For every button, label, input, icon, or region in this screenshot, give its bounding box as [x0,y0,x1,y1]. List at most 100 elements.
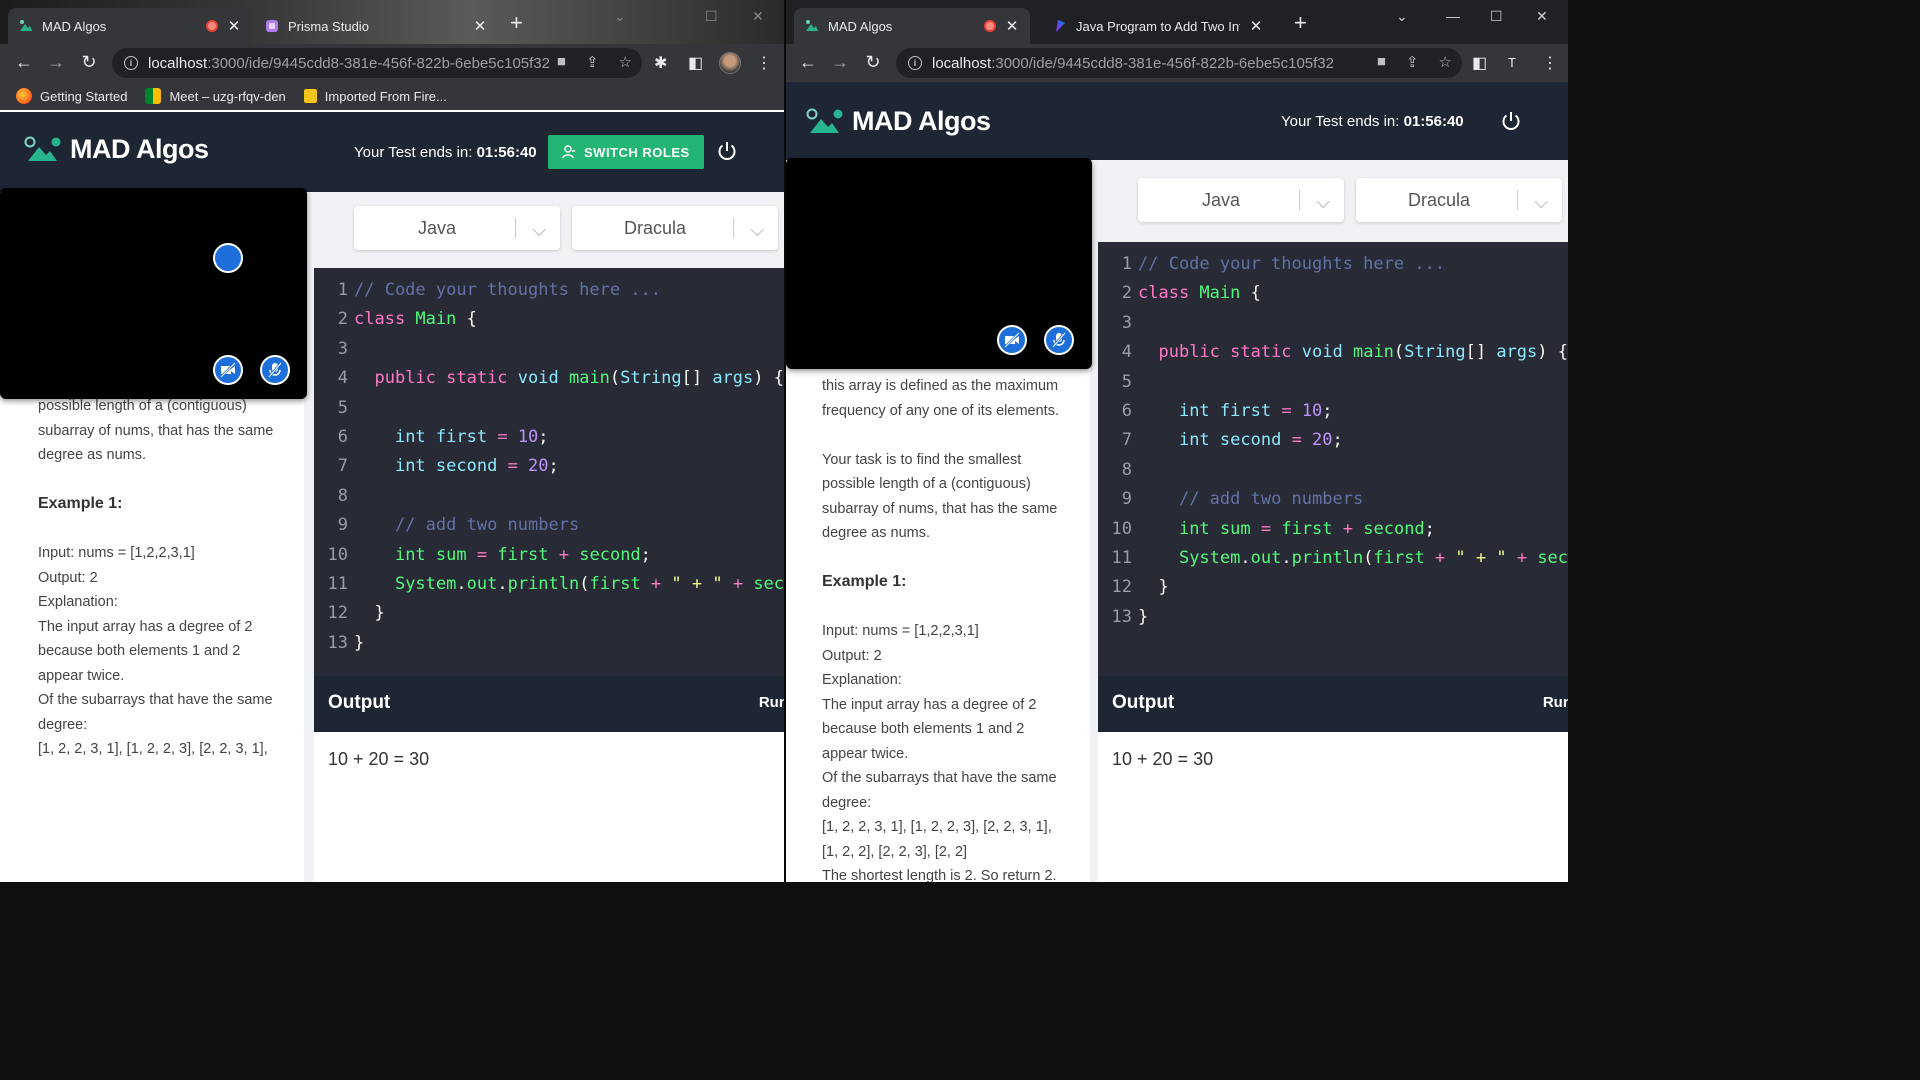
tab-prisma-studio[interactable]: Prisma Studio ✕ [254,8,498,44]
close-tab-icon[interactable]: ✕ [226,17,242,35]
code-token: public static [1158,342,1302,363]
output-text: 10 + 20 = 30 [1112,749,1214,769]
line-number: 7 [1121,430,1132,451]
code-token: int [394,544,436,565]
code-line: 11 System.out.println(first + " + " + se… [1098,544,1568,573]
bookmark-folder-imported[interactable]: Imported From Fire... [303,89,447,104]
code-editor[interactable]: 1 // Code your thoughts here ... 2 class Ma… [314,268,784,676]
url-path: :3000/ide/9445cdd8-381e-456f-822b-6ebe5c… [991,54,1334,72]
menu-icon[interactable]: ⋮ [756,53,772,73]
code-token: // add two numbers [1178,489,1364,510]
code-token: int [394,427,436,447]
profile-avatar[interactable] [719,52,741,74]
side-panel-icon[interactable]: ◧ [1472,53,1487,73]
code-line: 7 int second = 20; [314,452,559,481]
chevron-down-icon: ⌵ [750,220,764,240]
code-token: [] [681,368,713,389]
tab-search-icon[interactable]: ⌄ [614,8,626,25]
camera-icon[interactable]: ■ [557,53,566,71]
run-button[interactable]: Run [759,694,784,711]
code-token: first [435,427,498,447]
switch-roles-label: SWITCH ROLES [584,144,690,160]
code-token: Main [415,309,457,330]
new-tab-icon[interactable]: + [1294,12,1307,34]
back-icon[interactable]: ← [14,52,34,72]
code-token: ; [640,544,651,565]
output-panel: 10 + 20 = 30 [1098,732,1568,882]
tab-mad-algos[interactable]: MAD Algos ✕ [794,8,1030,44]
maximize-icon[interactable]: ☐ [1490,8,1503,25]
side-panel-icon[interactable]: ◧ [688,53,703,73]
code-line: 8 [314,482,354,511]
bookmark-star-icon[interactable]: ☆ [1439,53,1452,71]
code-token: } [1138,577,1169,598]
close-tab-icon[interactable]: ✕ [1004,17,1020,35]
app-logo[interactable]: MAD Algos [806,106,991,137]
tab-search-icon[interactable]: ⌄ [1396,8,1408,25]
language-value: Java [1201,189,1241,210]
code-token: ( [1363,548,1374,568]
url-host: localhost [932,54,992,72]
share-icon[interactable]: ⇪ [1406,53,1419,71]
site-info-icon[interactable]: i [908,56,922,70]
line-number: 6 [337,427,348,447]
power-icon[interactable] [1500,110,1522,137]
bookmark-star-icon[interactable]: ☆ [619,53,632,71]
share-icon[interactable]: ⇪ [586,53,599,71]
menu-icon[interactable]: ⋮ [1542,53,1558,73]
address-bar[interactable]: i localhost:3000/ide/9445cdd8-381e-456f-… [896,48,1462,78]
code-token: 20 [528,456,549,477]
code-editor[interactable]: 1 // Code your thoughts here ... 2 class Ma… [1098,242,1568,676]
language-select[interactable]: Java ⌵ [1138,178,1344,222]
bookmark-label: Meet – uzg-rfqv-den [169,88,286,104]
code-token: String [1404,342,1466,363]
code-token: } [1138,606,1149,627]
theme-select[interactable]: Dracula ⌵ [572,206,778,250]
run-button[interactable]: Run [1543,694,1568,711]
close-window-icon[interactable]: ✕ [752,8,764,25]
mic-off-icon[interactable] [260,355,290,385]
chevron-down-icon: ⌵ [1534,192,1548,212]
bookmark-getting-started[interactable]: Getting Started [16,88,127,104]
problem-line: appear twice. [38,667,125,684]
code-token: System [394,574,457,594]
video-off-icon[interactable] [997,325,1027,355]
code-token: // add two numbers [394,515,580,536]
problem-line: The input array has a degree of 2 [822,696,1037,713]
minimize-icon[interactable]: — [1446,8,1460,24]
address-bar[interactable]: i localhost:3000/ide/9445cdd8-381e-456f-… [112,48,642,78]
browser-window-right: MAD Algos ✕ Java Program to Add Two Inte… [786,0,1568,882]
maximize-icon[interactable]: ☐ [705,8,718,25]
app-logo[interactable]: MAD Algos [24,134,209,165]
output-header: Output Run [314,676,784,732]
close-tab-icon[interactable]: ✕ [1248,17,1264,35]
code-token: class [354,309,416,330]
mic-off-icon[interactable] [1044,325,1074,355]
bookmark-meet[interactable]: Meet – uzg-rfqv-den [145,88,286,104]
output-text: 10 + 20 = 30 [328,749,430,769]
reload-icon[interactable]: ↻ [863,52,883,72]
new-tab-icon[interactable]: + [510,12,523,34]
camera-icon[interactable]: ■ [1377,53,1386,71]
switch-roles-button[interactable]: SWITCH ROLES [548,135,704,169]
language-select[interactable]: Java ⌵ [354,206,560,250]
theme-select[interactable]: Dracula ⌵ [1356,178,1562,222]
power-icon[interactable] [716,140,738,167]
site-info-icon[interactable]: i [124,56,138,70]
tab-java-program[interactable]: Java Program to Add Two Intege ✕ [1042,8,1274,44]
code-line: 13} [1098,603,1149,632]
close-tab-icon[interactable]: ✕ [472,17,488,35]
problem-line: Explanation: [38,594,118,610]
code-token: int [1178,401,1220,421]
forward-icon[interactable]: → [46,52,66,72]
close-window-icon[interactable]: ✕ [1536,8,1548,25]
tab-mad-algos[interactable]: MAD Algos ✕ [8,8,252,44]
video-off-icon[interactable] [213,243,243,273]
video-off-icon[interactable] [213,355,243,385]
back-icon[interactable]: ← [798,52,818,72]
forward-icon[interactable]: → [830,52,850,72]
reload-icon[interactable]: ↻ [79,52,99,72]
extensions-icon[interactable]: ✱ [654,53,667,73]
profile-button[interactable]: T [1508,55,1516,70]
